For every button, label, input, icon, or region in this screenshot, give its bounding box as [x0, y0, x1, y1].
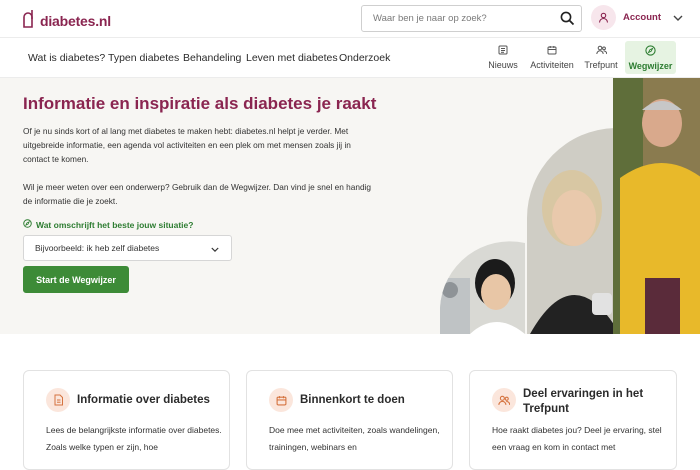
people-icon — [492, 388, 516, 412]
quick-link-activiteiten[interactable]: Activiteiten — [527, 41, 577, 74]
logo[interactable]: diabetes.nl — [22, 8, 111, 33]
chevron-down-icon — [211, 245, 219, 255]
nav-link-behandeling[interactable]: Behandeling — [183, 52, 241, 64]
man-photo — [613, 78, 700, 334]
top-bar: diabetes.nl Account — [0, 0, 700, 38]
situation-question: Wat omschrijft het beste jouw situatie? — [23, 219, 193, 230]
hero-title: Informatie en inspiratie als diabetes je… — [23, 94, 377, 113]
document-icon — [46, 388, 70, 412]
woman-photo — [527, 128, 615, 334]
quick-link-nieuws[interactable]: Nieuws — [484, 41, 522, 74]
start-wegwijzer-button[interactable]: Start de Wegwijzer — [23, 266, 129, 293]
nav-link-typen-diabetes[interactable]: Typen diabetes — [108, 52, 179, 64]
people-icon — [595, 45, 607, 57]
logo-text: diabetes.nl — [40, 12, 111, 29]
compass-icon — [645, 44, 656, 58]
quick-link-trefpunt[interactable]: Trefpunt — [581, 41, 621, 74]
main-nav: Wat is diabetes? Typen diabetes Behandel… — [0, 38, 700, 78]
calendar-icon — [269, 388, 293, 412]
logo-icon — [22, 8, 36, 33]
situation-question-label: Wat omschrijft het beste jouw situatie? — [36, 219, 194, 230]
card-trefpunt[interactable]: Deel ervaringen in het Trefpunt Hoe raak… — [469, 370, 677, 470]
account-button[interactable]: Account — [591, 5, 683, 30]
situation-select-value: Bijvoorbeeld: ik heb zelf diabetes — [35, 243, 160, 253]
card-informatie[interactable]: Informatie over diabetes Lees de belangr… — [23, 370, 230, 470]
card-title: Binnenkort te doen — [300, 394, 405, 406]
card-text: Doe mee met activiteiten, zoals wandelin… — [269, 425, 440, 452]
card-binnenkort[interactable]: Binnenkort te doen Doe mee met activitei… — [246, 370, 453, 470]
card-title: Informatie over diabetes — [77, 394, 210, 406]
quick-link-label: Wegwijzer — [628, 60, 673, 71]
news-icon — [498, 45, 508, 57]
quick-link-label: Trefpunt — [584, 60, 618, 70]
quick-link-label: Activiteiten — [530, 60, 574, 70]
situation-select[interactable]: Bijvoorbeeld: ik heb zelf diabetes — [23, 235, 232, 261]
card-text: Lees de belangrijkste informatie over di… — [46, 425, 222, 452]
compass-icon — [23, 219, 32, 230]
hero-intro-text: Of je nu sinds kort of al lang met diabe… — [23, 126, 351, 164]
researcher-photo — [440, 241, 525, 334]
quick-link-label: Nieuws — [488, 60, 518, 70]
chevron-down-icon — [673, 9, 683, 27]
nav-link-onderzoek[interactable]: Onderzoek — [339, 52, 390, 64]
feature-cards: Informatie over diabetes Lees de belangr… — [0, 334, 700, 470]
user-icon — [591, 5, 616, 30]
search-input[interactable] — [362, 6, 552, 31]
hero-wegwijzer-text: Wil je meer weten over een onderwerp? Ge… — [23, 182, 372, 206]
card-text: Hoe raakt diabetes jou? Deel je ervaring… — [492, 425, 662, 452]
search-box — [361, 5, 582, 32]
nav-link-leven-met-diabetes[interactable]: Leven met diabetes — [246, 52, 338, 64]
card-title: Deel ervaringen in het Trefpunt — [523, 388, 644, 415]
account-label: Account — [623, 12, 661, 23]
quick-link-wegwijzer[interactable]: Wegwijzer — [625, 41, 676, 74]
search-icon[interactable] — [560, 11, 575, 31]
hero-photo-collage — [440, 78, 700, 334]
calendar-icon — [547, 45, 557, 57]
hero-section: Informatie en inspiratie als diabetes je… — [0, 78, 700, 334]
nav-link-wat-is-diabetes[interactable]: Wat is diabetes? — [28, 52, 105, 64]
